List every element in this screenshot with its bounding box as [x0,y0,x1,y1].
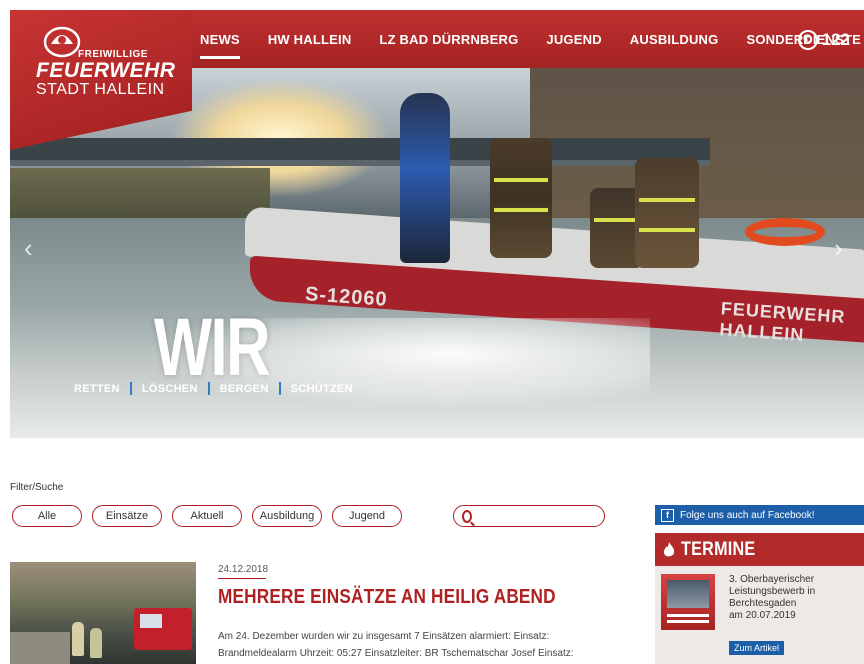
hero-separator [129,382,132,395]
search-input[interactable] [480,509,604,523]
article-title[interactable]: MEHRERE EINSÄTZE AN HEILIG ABEND [218,586,556,609]
filter-einsaetze-button[interactable]: Einsätze [92,505,162,527]
filter-label: Filter/Suche [10,482,64,493]
article-thumbnail[interactable] [10,562,196,664]
hero-separator [278,382,281,395]
hero-bridge [10,138,710,160]
hero-word-retten: RETTEN [74,382,120,395]
boat-name: FEUERWEHR HALLEIN [718,298,847,346]
emergency-number-text: 122 [821,30,850,49]
article-date: 24.12.2018 [218,564,269,575]
hero-bridge-rail [10,160,710,166]
filter-aktuell-button[interactable]: Aktuell [172,505,242,527]
phone-icon: ✆ [797,30,818,50]
filter-buttons: Alle Einsätze Aktuell Ausbildung Jugend [12,505,402,527]
hero-word-bergen: BERGEN [219,382,269,395]
nav-item-lz-bad-duerrnberg[interactable]: LZ BAD DÜRRNBERG [379,32,518,47]
slider-next-arrow-icon[interactable]: › [834,233,850,263]
main-nav: NEWS HW HALLEIN LZ BAD DÜRRNBERG JUGEND … [200,10,861,68]
zum-artikel-button[interactable]: Zum Artikel [729,641,785,655]
article-date-underline [218,578,266,579]
article-excerpt: Am 24. Dezember wurden wir zu insgesamt … [218,628,618,662]
flame-icon [663,542,675,557]
thumb-firefighter [72,622,84,656]
article-excerpt-line: Am 24. Dezember wurden wir zu insgesamt … [218,631,550,642]
hero-firefighter-1 [490,138,552,258]
article-excerpt-line: Brandmeldealarm Uhrzeit: 05:27 Einsatzle… [218,648,574,659]
termine-title: TERMINE [681,539,756,560]
event-poster-image[interactable] [661,574,715,630]
facebook-banner[interactable]: f Folge uns auch auf Facebook! [655,505,864,525]
nav-item-hw-hallein[interactable]: HW HALLEIN [268,32,352,47]
hero-separator [207,382,210,395]
event-line: Leistungsbewerb in [729,586,816,597]
event-line: Berchtesgaden [729,598,797,609]
slider-prev-arrow-icon[interactable]: ‹ [24,233,40,263]
termine-widget: TERMINE 3. Oberbayerischer Leistungsbewe… [655,533,864,664]
hero-firefighter-3 [635,158,699,268]
termine-header: TERMINE [663,539,769,561]
event-line: 3. Oberbayerischer [729,574,815,585]
hero-title: WIR [154,302,271,393]
logo-line-3: STADT HALLEIN [36,81,165,98]
hero-diver [400,93,450,263]
facebook-banner-text: Folge uns auch auf Facebook! [680,509,815,521]
boat-number: S-12060 [304,283,389,311]
thumb-wall [10,632,70,664]
helmet-emblem-icon [43,26,81,58]
search-box[interactable] [453,505,605,527]
nav-item-jugend[interactable]: JUGEND [546,32,601,47]
hero-slider: S-12060 FEUERWEHR HALLEIN ‹ › WIR RETTEN… [10,68,864,438]
thumb-fire-truck [134,608,192,650]
filter-alle-button[interactable]: Alle [12,505,82,527]
event-description: 3. Oberbayerischer Leistungsbewerb in Be… [729,574,859,622]
thumb-firefighter [90,628,102,658]
life-buoy [745,218,825,246]
event-date: am 20.07.2019 [729,610,796,621]
nav-item-news[interactable]: NEWS [200,32,240,59]
filter-ausbildung-button[interactable]: Ausbildung [252,505,322,527]
search-icon [462,509,472,523]
nav-item-ausbildung[interactable]: AUSBILDUNG [630,32,719,47]
hero-word-loeschen: LÖSCHEN [141,382,198,395]
hero-subtitle: RETTEN LÖSCHEN BERGEN SCHÜTZEN [74,382,353,395]
logo-line-2: FEUERWEHR [36,59,176,82]
termine-event: 3. Oberbayerischer Leistungsbewerb in Be… [655,566,864,664]
hero-word-schuetzen: SCHÜTZEN [290,382,353,395]
facebook-icon: f [661,508,674,522]
emergency-number[interactable]: ✆ 122 [797,30,850,50]
filter-jugend-button[interactable]: Jugend [332,505,402,527]
